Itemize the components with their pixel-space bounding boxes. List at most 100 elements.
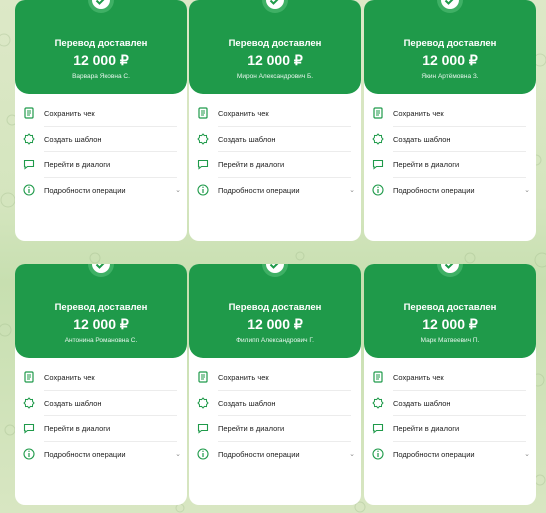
chat-icon: [197, 423, 209, 434]
create-template-label: Создать шаблон: [218, 398, 276, 408]
transfer-card-6: Перевод доставлен 12 000 ₽ Марк Матвееви…: [364, 264, 536, 505]
badge-star-icon: [372, 132, 384, 145]
go-to-dialogs-button[interactable]: Перейти в диалоги: [189, 416, 361, 442]
card-recipient: Варвара Яковна С.: [72, 73, 130, 80]
transfer-card-5: Перевод доставлен 12 000 ₽ Филипп Алекса…: [189, 264, 361, 505]
operation-details-label: Подробности операции: [218, 449, 300, 459]
create-template-button[interactable]: Создать шаблон: [189, 391, 361, 417]
check-icon: [88, 0, 114, 13]
save-receipt-button[interactable]: Сохранить чек: [189, 365, 361, 391]
create-template-label: Создать шаблон: [44, 398, 102, 408]
card-title: Перевод доставлен: [228, 38, 322, 49]
receipt-icon: [24, 371, 34, 383]
create-template-label: Создать шаблон: [393, 134, 451, 144]
create-template-label: Создать шаблон: [218, 134, 276, 144]
create-template-button[interactable]: Создать шаблон: [15, 391, 187, 417]
badge-star-icon: [23, 396, 35, 409]
card-amount: 12 000 ₽: [422, 52, 478, 68]
receipt-icon: [198, 107, 208, 119]
card-recipient: Мирон Александрович Б.: [236, 73, 314, 80]
operation-details-label: Подробности операции: [44, 449, 126, 459]
go-to-dialogs-label: Перейти в диалоги: [44, 424, 111, 433]
receipt-icon: [373, 371, 383, 383]
card-amount: 12 000 ₽: [73, 316, 129, 332]
receipt-icon: [24, 107, 34, 119]
badge-star-icon: [372, 396, 384, 409]
chat-icon: [197, 159, 209, 170]
save-receipt-label: Сохранить чек: [393, 373, 444, 382]
card-actions: Сохранить чек Создать шаблон Перейти в д…: [189, 365, 361, 467]
create-template-label: Создать шаблон: [44, 134, 102, 144]
operation-details-button[interactable]: Подробности операции ⌄: [15, 178, 187, 204]
create-template-button[interactable]: Создать шаблон: [364, 127, 536, 153]
transfer-card-1: Перевод доставлен 12 000 ₽ Варвара Яковн…: [15, 0, 187, 241]
operation-details-button[interactable]: Подробности операции ⌄: [189, 178, 361, 204]
go-to-dialogs-button[interactable]: Перейти в диалоги: [15, 416, 187, 442]
chevron-down-icon: ⌄: [349, 186, 355, 194]
transfer-card-3: Перевод доставлен 12 000 ₽ Якин Артёмовн…: [364, 0, 536, 241]
card-amount: 12 000 ₽: [247, 52, 303, 68]
go-to-dialogs-button[interactable]: Перейти в диалоги: [364, 416, 536, 442]
create-template-button[interactable]: Создать шаблон: [189, 127, 361, 153]
go-to-dialogs-label: Перейти в диалоги: [393, 424, 460, 433]
operation-details-button[interactable]: Подробности операции ⌄: [189, 442, 361, 468]
chevron-down-icon: ⌄: [524, 186, 530, 194]
go-to-dialogs-button[interactable]: Перейти в диалоги: [364, 152, 536, 178]
save-receipt-button[interactable]: Сохранить чек: [15, 101, 187, 127]
transfer-card-2: Перевод доставлен 12 000 ₽ Мирон Алексан…: [189, 0, 361, 241]
save-receipt-button[interactable]: Сохранить чек: [15, 365, 187, 391]
save-receipt-button[interactable]: Сохранить чек: [364, 365, 536, 391]
operation-details-button[interactable]: Подробности операции ⌄: [15, 442, 187, 468]
create-template-button[interactable]: Создать шаблон: [15, 127, 187, 153]
card-amount: 12 000 ₽: [422, 316, 478, 332]
save-receipt-label: Сохранить чек: [393, 109, 444, 118]
badge-star-icon: [197, 132, 209, 145]
operation-details-button[interactable]: Подробности операции ⌄: [364, 442, 536, 468]
card-actions: Сохранить чек Создать шаблон Перейти в д…: [364, 101, 536, 203]
chat-icon: [372, 159, 384, 170]
chat-icon: [23, 159, 35, 170]
card-title: Перевод доставлен: [228, 302, 322, 313]
save-receipt-button[interactable]: Сохранить чек: [189, 101, 361, 127]
card-amount: 12 000 ₽: [73, 52, 129, 68]
check-icon: [262, 264, 288, 277]
card-recipient: Филипп Александрович Г.: [236, 337, 314, 344]
save-receipt-label: Сохранить чек: [218, 109, 269, 118]
card-recipient: Антонина Романовна С.: [64, 337, 138, 344]
create-template-label: Создать шаблон: [393, 398, 451, 408]
card-actions: Сохранить чек Создать шаблон Перейти в д…: [189, 101, 361, 203]
go-to-dialogs-button[interactable]: Перейти в диалоги: [189, 152, 361, 178]
check-icon: [88, 264, 114, 277]
save-receipt-label: Сохранить чек: [218, 373, 269, 382]
check-icon: [437, 264, 463, 277]
go-to-dialogs-button[interactable]: Перейти в диалоги: [15, 152, 187, 178]
card-actions: Сохранить чек Создать шаблон Перейти в д…: [364, 365, 536, 467]
transfer-card-4: Перевод доставлен 12 000 ₽ Антонина Рома…: [15, 264, 187, 505]
save-receipt-label: Сохранить чек: [44, 109, 95, 118]
chevron-down-icon: ⌄: [349, 450, 355, 458]
save-receipt-button[interactable]: Сохранить чек: [364, 101, 536, 127]
card-recipient: Якин Артёмовна З.: [421, 73, 479, 80]
save-receipt-label: Сохранить чек: [44, 373, 95, 382]
operation-details-label: Подробности операции: [44, 185, 126, 195]
card-actions: Сохранить чек Создать шаблон Перейти в д…: [15, 365, 187, 467]
chevron-down-icon: ⌄: [524, 450, 530, 458]
info-icon: [197, 183, 209, 196]
go-to-dialogs-label: Перейти в диалоги: [218, 424, 285, 433]
check-icon: [437, 0, 463, 13]
receipt-icon: [198, 371, 208, 383]
go-to-dialogs-label: Перейти в диалоги: [44, 160, 111, 169]
card-title: Перевод доставлен: [54, 302, 148, 313]
operation-details-label: Подробности операции: [393, 185, 475, 195]
card-actions: Сохранить чек Создать шаблон Перейти в д…: [15, 101, 187, 203]
operation-details-label: Подробности операции: [393, 449, 475, 459]
chat-icon: [372, 423, 384, 434]
operation-details-button[interactable]: Подробности операции ⌄: [364, 178, 536, 204]
create-template-button[interactable]: Создать шаблон: [364, 391, 536, 417]
receipt-icon: [373, 107, 383, 119]
card-title: Перевод доставлен: [403, 38, 497, 49]
info-icon: [23, 183, 35, 196]
info-icon: [197, 447, 209, 460]
info-icon: [372, 447, 384, 460]
chevron-down-icon: ⌄: [175, 450, 181, 458]
